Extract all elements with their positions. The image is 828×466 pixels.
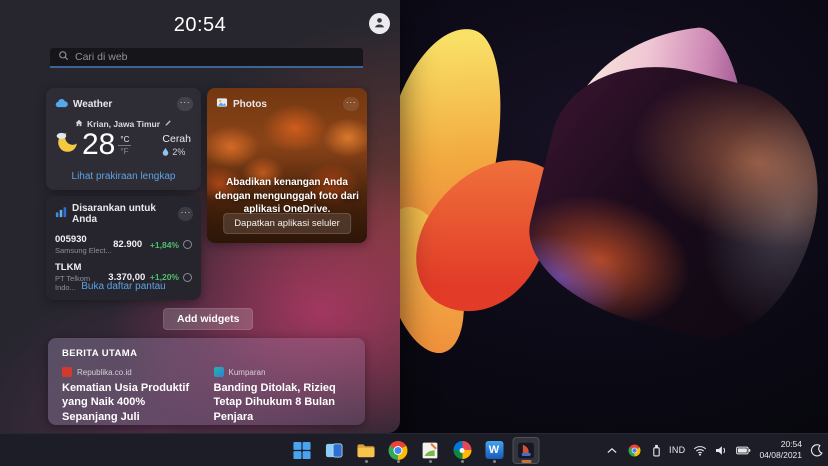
weather-condition-block: Cerah 2%: [162, 133, 191, 158]
photos-app-icon: [453, 441, 471, 459]
stock-symbol: 005930: [55, 234, 113, 245]
top-news-widget: BERITA UTAMA Republika.co.id Kematian Us…: [48, 338, 365, 425]
battery-icon[interactable]: [736, 446, 751, 455]
search-icon: [58, 48, 69, 66]
news-article[interactable]: Republika.co.id Kematian Usia Produktif …: [62, 367, 200, 424]
news-source: Kumparan: [229, 368, 266, 377]
file-explorer-icon: [357, 441, 376, 460]
republika-source-icon: [62, 367, 72, 377]
running-indicator: [461, 460, 464, 463]
unit-fahrenheit[interactable]: °F: [118, 146, 131, 156]
photos-widget-title: Photos: [233, 99, 267, 110]
more-options-icon[interactable]: ···: [178, 207, 193, 221]
volume-icon[interactable]: [715, 445, 728, 456]
running-indicator: [397, 460, 400, 463]
document-editor-icon: [421, 441, 440, 460]
add-widgets-button[interactable]: Add widgets: [163, 308, 253, 330]
chrome-tray-icon[interactable]: [629, 444, 641, 456]
unit-celsius[interactable]: °C: [118, 135, 131, 146]
user-avatar-icon: [372, 15, 387, 33]
wallpaper-ribbon-body: [513, 42, 828, 357]
unit-toggle[interactable]: °C °F: [118, 135, 131, 156]
task-view-icon: [325, 441, 344, 460]
photos-widget: Photos ··· Abadikan kenangan Anda dengan…: [207, 88, 367, 243]
start-button[interactable]: [289, 437, 316, 464]
weather-widget-icon: [55, 95, 68, 113]
get-mobile-app-button[interactable]: Dapatkan aplikasi seluler: [223, 213, 351, 234]
night-partly-cloudy-icon: [55, 130, 80, 160]
taskbar-center-icons: W: [289, 434, 540, 466]
weather-widget: Weather ··· Krian, Jawa Timur 28 °C: [46, 88, 201, 190]
edit-icon: [164, 119, 172, 129]
taskbar: W IND: [0, 433, 828, 466]
language-indicator[interactable]: IND: [669, 445, 685, 455]
precipitation-value: 2%: [172, 147, 185, 157]
word-button[interactable]: W: [481, 437, 508, 464]
weather-forecast-link[interactable]: Lihat prakiraan lengkap: [46, 171, 201, 182]
more-options-icon[interactable]: ···: [343, 97, 359, 111]
photos-message: Abadikan kenangan Anda dengan mengunggah…: [215, 176, 359, 217]
running-indicator: [365, 460, 368, 463]
kumparan-source-icon: [214, 367, 224, 377]
start-icon: [293, 441, 312, 460]
focus-assist-icon[interactable]: [810, 444, 823, 457]
active-app-indicator: [521, 460, 531, 463]
weather-widget-title: Weather: [73, 99, 112, 110]
news-headline[interactable]: Kematian Usia Produktif yang Naik 400% S…: [62, 381, 200, 424]
news-headline[interactable]: Banding Ditolak, Rizieq Tetap Dihukum 8 …: [214, 381, 352, 424]
news-source: Republika.co.id: [77, 368, 132, 377]
usb-device-icon[interactable]: [652, 444, 661, 457]
humidity-icon: [162, 147, 169, 158]
desktop: 20:54 Weather ···: [0, 0, 828, 466]
search-input[interactable]: [75, 51, 355, 63]
hidden-icons-chevron[interactable]: [607, 447, 617, 454]
taskbar-clock[interactable]: 20:54 04/08/2021: [759, 439, 802, 461]
weather-location-row[interactable]: Krian, Jawa Timur: [46, 119, 201, 129]
word-icon: W: [485, 441, 503, 459]
wifi-icon[interactable]: [693, 445, 707, 456]
stocks-widget-icon: [55, 205, 67, 223]
stock-row[interactable]: 005930 Samsung Elect... 82.900 +1,84%: [55, 234, 192, 255]
panel-clock: 20:54: [0, 14, 400, 37]
open-watchlist-link[interactable]: Buka daftar pantau: [46, 281, 201, 292]
stocks-widget-title: Disarankan untuk Anda: [72, 203, 173, 225]
stocks-widget: Disarankan untuk Anda ··· 005930 Samsung…: [46, 196, 201, 300]
tray-time: 20:54: [759, 439, 802, 450]
watchlist-circle-icon[interactable]: [183, 240, 192, 249]
news-header: BERITA UTAMA: [48, 338, 365, 359]
temperature-value: 28: [82, 130, 115, 160]
search-bar[interactable]: [50, 48, 363, 68]
widgets-button-icon: [517, 441, 536, 460]
profile-button[interactable]: [369, 13, 390, 34]
photos-app-button[interactable]: [449, 437, 476, 464]
tray-date: 04/08/2021: [759, 450, 802, 461]
stock-symbol: TLKM: [55, 262, 108, 273]
photos-widget-icon: [216, 95, 228, 113]
stock-change: +1,84%: [142, 240, 179, 250]
stock-company: Samsung Elect...: [55, 246, 113, 255]
weather-current: 28 °C °F Cerah 2%: [46, 129, 201, 160]
running-indicator: [429, 460, 432, 463]
widgets-panel: 20:54 Weather ···: [0, 0, 400, 433]
task-view-button[interactable]: [321, 437, 348, 464]
stock-price: 82.900: [113, 239, 142, 250]
system-tray: IND 20:54 04/08/2021: [607, 434, 823, 466]
news-article[interactable]: Kumparan Banding Ditolak, Rizieq Tetap D…: [214, 367, 352, 424]
widgets-button[interactable]: [513, 437, 540, 464]
running-indicator: [493, 460, 496, 463]
file-explorer-button[interactable]: [353, 437, 380, 464]
weather-condition: Cerah: [162, 133, 191, 145]
document-editor-button[interactable]: [417, 437, 444, 464]
chrome-icon: [389, 441, 408, 460]
more-options-icon[interactable]: ···: [177, 97, 193, 111]
chrome-button[interactable]: [385, 437, 412, 464]
